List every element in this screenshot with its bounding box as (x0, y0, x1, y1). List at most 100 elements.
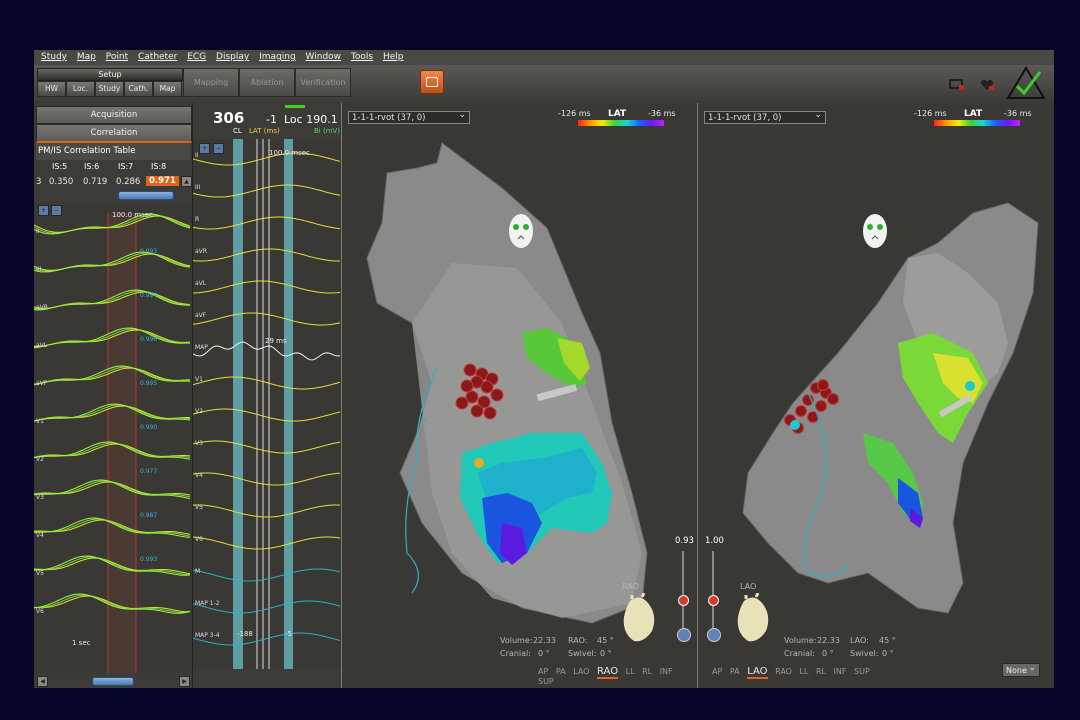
loc-value: Loc 190.1 (284, 113, 338, 126)
lead-correlation-value: 0.995 (140, 380, 157, 387)
ablation-tag[interactable] (817, 379, 829, 391)
corr-value-best: 0.971 (146, 176, 179, 186)
view-rao[interactable]: RAO (775, 667, 792, 676)
angle-label: LAO: (850, 636, 869, 645)
cl-value: 306 (213, 109, 245, 127)
study-button[interactable]: Study (95, 81, 124, 97)
view-sup[interactable]: SUP (538, 677, 554, 686)
hw-button[interactable]: HW (37, 81, 66, 97)
ablation-button[interactable]: Ablation (239, 68, 295, 97)
menu-study[interactable]: Study (41, 50, 67, 65)
zoom-slider-thumb[interactable] (708, 595, 719, 606)
view-pa[interactable]: PA (556, 667, 566, 676)
scroll-up-icon[interactable]: ▲ (181, 176, 192, 187)
lead-label: III (195, 184, 201, 191)
zoom-in-icon[interactable]: + (38, 205, 49, 216)
ablation-tag[interactable] (470, 404, 484, 418)
lead-label: V6 (36, 608, 44, 615)
zoom-in-icon[interactable]: + (199, 143, 210, 154)
menu-point[interactable]: Point (106, 50, 128, 65)
ablation-tag[interactable] (827, 393, 839, 405)
zoom-out-icon[interactable]: − (213, 143, 224, 154)
ablation-tag[interactable] (480, 380, 494, 394)
ablation-tag[interactable] (795, 405, 807, 417)
view-inf[interactable]: INF (834, 667, 847, 676)
lead-label: II (36, 228, 40, 235)
ablation-tag[interactable] (815, 400, 827, 412)
verification-button[interactable]: Verification (295, 68, 351, 97)
menu-window[interactable]: Window (306, 50, 342, 65)
angle-value: 45 ° (597, 636, 614, 645)
scroll-left-icon[interactable]: ◀ (37, 676, 48, 687)
menu-ecg[interactable]: ECG (187, 50, 206, 65)
swivel-label: Swivel: (568, 649, 597, 658)
monitor-icon[interactable] (949, 79, 965, 91)
view-rao[interactable]: RAO (597, 666, 619, 679)
view-sup[interactable]: SUP (854, 667, 870, 676)
menu-help[interactable]: Help (383, 50, 404, 65)
ablation-tag[interactable] (490, 388, 504, 402)
rotate-icon[interactable] (707, 628, 721, 642)
scale-label: 100.0 msec (269, 149, 310, 157)
map-view-lao[interactable]: 1-1-1-rvot (37, 0) -126 ms LAT -36 ms 1.… (697, 103, 1054, 688)
lead-label: V4 (36, 532, 44, 539)
lead-label: aVF (36, 380, 48, 387)
correlation-ecg-traces: IIIIIaVRaVLaVFV1V2V3V4V5V60.9930.9940.99… (34, 203, 192, 673)
cl-label: CL (233, 127, 242, 135)
carto-app-window: Study Map Point Catheter ECG Display Ima… (34, 50, 1054, 688)
heart-orientation-icon[interactable] (618, 593, 660, 645)
menu-catheter[interactable]: Catheter (138, 50, 177, 65)
menu-map[interactable]: Map (77, 50, 96, 65)
misc-label: -188 (237, 630, 253, 638)
view-ll[interactable]: LL (626, 667, 635, 676)
orientation-face-icon (509, 214, 533, 248)
zoom-value: 1.00 (705, 536, 724, 546)
ablation-tag[interactable] (463, 363, 477, 377)
view-lao[interactable]: LAO (573, 667, 589, 676)
scroll-right-icon[interactable]: ▶ (179, 676, 190, 687)
zoom-slider-thumb[interactable] (678, 595, 689, 606)
menu-imaging[interactable]: Imaging (259, 50, 296, 65)
ablation-tag[interactable] (455, 396, 469, 410)
setup-button[interactable]: Setup (37, 68, 183, 81)
view-ll[interactable]: LL (800, 667, 809, 676)
cath-button[interactable]: Cath. (124, 81, 153, 97)
lead-label: R (195, 216, 199, 223)
view-lao[interactable]: LAO (747, 666, 768, 679)
view-rl[interactable]: RL (816, 667, 826, 676)
acquisition-button[interactable]: Acquisition (36, 106, 192, 124)
signal-traces: IIIIIRaVRaVLaVFMAPV1V2V3V4V5V6MMAP 1-2MA… (193, 139, 341, 669)
view-name-label: RAO (622, 582, 639, 591)
map-view-rao[interactable]: 1-1-1-rvot (37, 0) -126 ms LAT -36 ms R … (341, 103, 697, 688)
view-ap[interactable]: AP (712, 667, 722, 676)
view-pa[interactable]: PA (730, 667, 740, 676)
view-ap[interactable]: AP (538, 667, 548, 676)
menu-tools[interactable]: Tools (351, 50, 373, 65)
mapping-button[interactable]: Mapping (183, 68, 239, 97)
view-selector: AP PA LAO RAO LL RL INF SUP (538, 666, 697, 686)
ablation-tag[interactable] (483, 406, 497, 420)
loc-button[interactable]: Loc. (66, 81, 95, 97)
zoom-out-icon[interactable]: − (51, 205, 62, 216)
table-scrollbar[interactable] (118, 191, 174, 200)
corr-value: 0.286 (116, 177, 141, 187)
heart-icon[interactable] (979, 79, 995, 91)
correlation-button[interactable]: Correlation (36, 124, 192, 143)
view-rl[interactable]: RL (642, 667, 652, 676)
ecg-scrollbar[interactable] (92, 677, 134, 686)
view-inf[interactable]: INF (660, 667, 673, 676)
volume-value: 22.33 (533, 636, 556, 645)
snapshot-button[interactable] (420, 70, 444, 94)
map-button[interactable]: Map (153, 81, 182, 97)
swivel-label: Swivel: (850, 649, 879, 658)
bi-label: Bi (mV) (314, 127, 341, 135)
menu-display[interactable]: Display (216, 50, 249, 65)
rotate-icon[interactable] (677, 628, 691, 642)
checkmark-triangle-icon[interactable] (1006, 66, 1046, 100)
none-select[interactable]: None (1002, 661, 1040, 677)
ablation-tag[interactable] (460, 379, 474, 393)
heart-orientation-icon[interactable] (732, 593, 774, 645)
angle-label: RAO: (568, 636, 588, 645)
menu-bar: Study Map Point Catheter ECG Display Ima… (34, 50, 1054, 65)
left-panel: Acquisition Correlation PM/IS Correlatio… (34, 103, 193, 688)
